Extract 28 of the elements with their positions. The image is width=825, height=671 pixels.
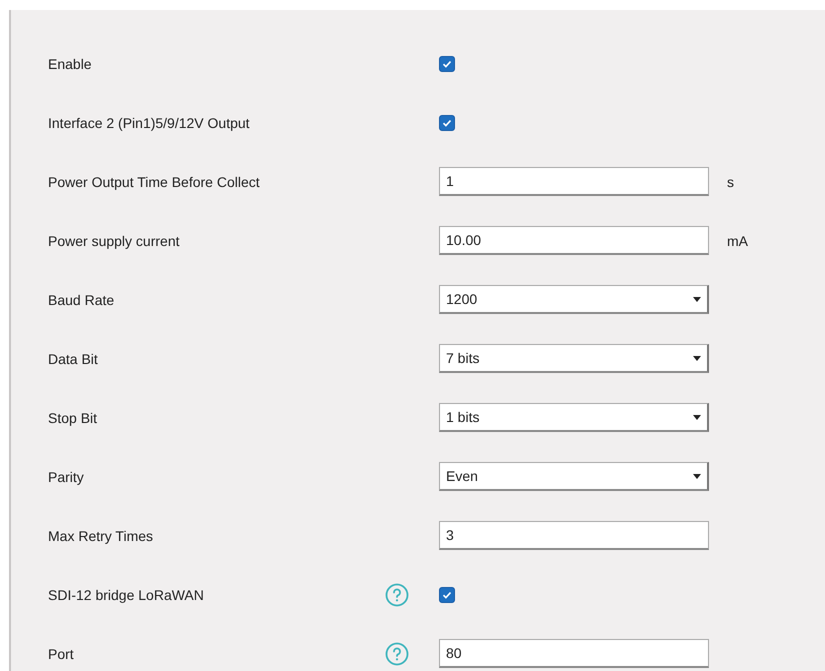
caret-icon — [693, 474, 701, 478]
field-label: Max Retry Times — [47, 528, 154, 544]
dropdown[interactable]: 7 bits — [439, 344, 709, 373]
field-label: Port — [47, 646, 75, 662]
input-field[interactable]: 10.00 — [439, 226, 709, 255]
checkbox[interactable] — [439, 56, 455, 72]
field-label: Data Bit — [47, 350, 99, 366]
field-label: Power Output Time Before Collect — [47, 174, 261, 190]
unit-label: mA — [727, 232, 748, 248]
dropdown[interactable]: 1 bits — [439, 403, 709, 432]
caret-icon — [693, 414, 701, 420]
field-label: Stop Bit — [47, 410, 98, 426]
input-field[interactable]: 80 — [439, 639, 709, 668]
field-label: Parity — [47, 468, 85, 484]
field-label: Power supply current — [47, 232, 181, 248]
field-label: Baud Rate — [47, 292, 116, 308]
dropdown[interactable]: Even — [439, 462, 709, 491]
caret-icon — [693, 296, 701, 302]
dropdown[interactable]: 1200 — [439, 285, 709, 314]
field-label: SDI-12 bridge LoRaWAN — [47, 586, 205, 602]
input-field[interactable]: 1 — [439, 167, 709, 196]
checkbox[interactable] — [439, 114, 455, 130]
checkbox[interactable] — [439, 586, 455, 602]
field-label: Enable — [47, 56, 93, 72]
unit-label: s — [727, 174, 734, 190]
field-label: Interface 2 (Pin1)5/9/12V Output — [47, 114, 251, 130]
input-field[interactable]: 3 — [439, 521, 709, 550]
caret-icon — [693, 356, 701, 360]
